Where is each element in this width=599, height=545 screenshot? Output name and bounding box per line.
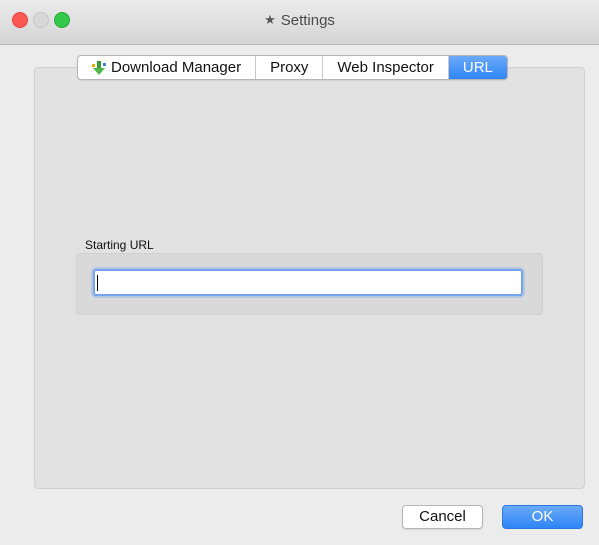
title-bar[interactable]: ★ Settings <box>0 0 599 45</box>
tab-web-inspector[interactable]: Web Inspector <box>323 56 449 79</box>
settings-window: ★ Settings Download Manager Proxy Web Ins… <box>0 0 599 545</box>
star-icon: ★ <box>264 12 276 27</box>
tab-proxy[interactable]: Proxy <box>256 56 324 79</box>
download-arrow-icon <box>92 60 106 75</box>
starting-url-label: Starting URL <box>85 238 154 252</box>
ok-button[interactable]: OK <box>502 505 583 529</box>
tab-download-manager[interactable]: Download Manager <box>78 56 257 79</box>
cancel-button[interactable]: Cancel <box>402 505 483 529</box>
tab-url[interactable]: URL <box>448 56 507 79</box>
window-title: ★ Settings <box>0 12 599 29</box>
starting-url-input[interactable] <box>93 269 523 296</box>
window-title-text: Settings <box>280 12 335 29</box>
text-caret <box>97 275 98 291</box>
tab-label: Web Inspector <box>337 59 434 76</box>
tab-bar: Download Manager Proxy Web Inspector URL <box>77 55 508 80</box>
tab-label: Proxy <box>270 59 309 76</box>
tab-label: URL <box>462 59 493 76</box>
tab-label: Download Manager <box>111 59 242 76</box>
